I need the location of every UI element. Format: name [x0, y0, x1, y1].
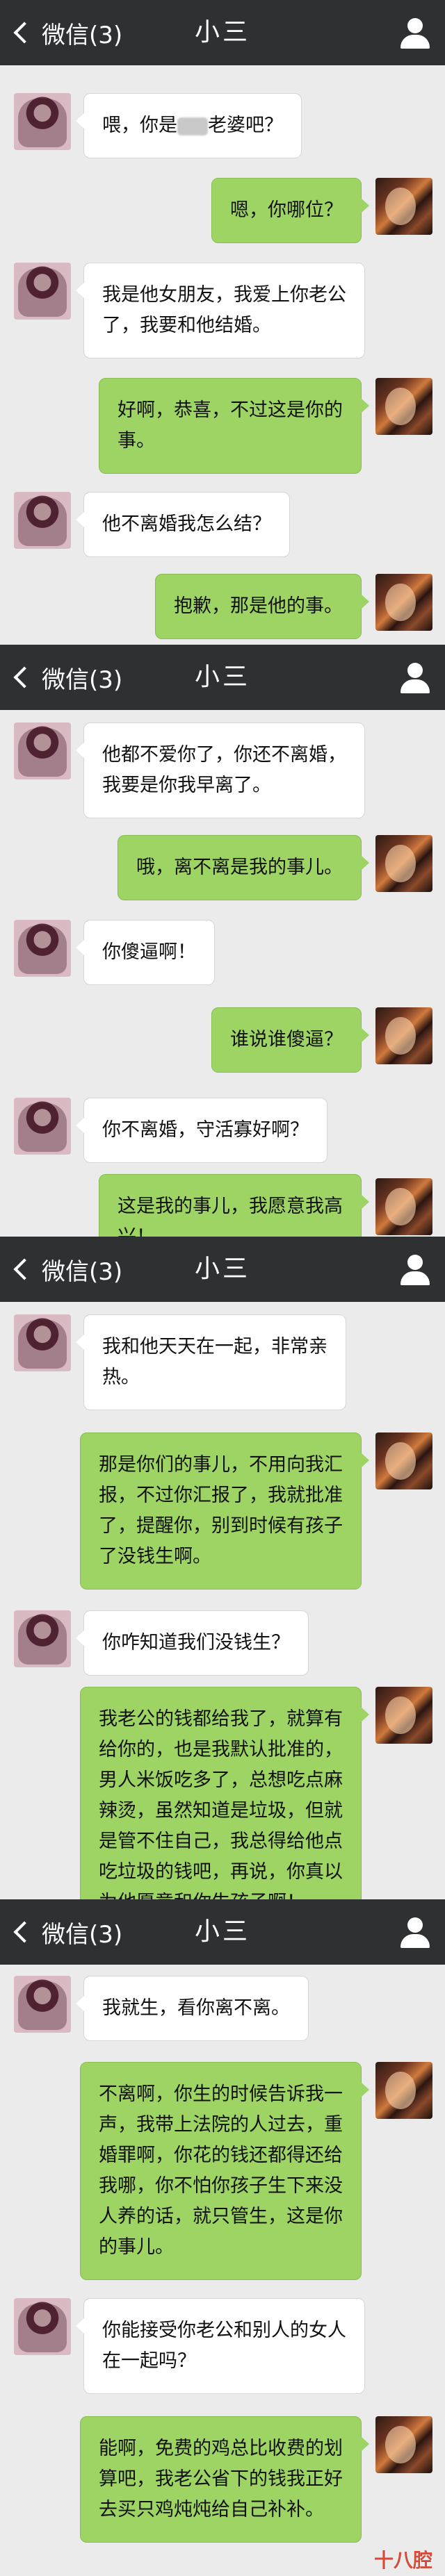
chat-title: 小三: [194, 18, 250, 47]
sender-avatar[interactable]: [14, 1098, 71, 1155]
sender-avatar[interactable]: [14, 920, 71, 977]
my-avatar[interactable]: [375, 1433, 432, 1489]
watermark-logo: 十八腔: [373, 2549, 432, 2572]
message-bubble[interactable]: 我和他天天在一起，非常亲 热。: [76, 1314, 346, 1410]
chat-screen-4: 微信(3) 小三 我就生，看你离不离。 不离啊，你生的时候告诉我一 声，我带上法…: [0, 1899, 445, 2576]
message-bubble[interactable]: 好啊，恭喜，不过这是你的 事。: [99, 378, 369, 474]
message-bubble[interactable]: 这是我的事儿，我愿意我高 兴！: [99, 1174, 369, 1237]
sender-avatar[interactable]: [14, 93, 71, 150]
contact-info-icon[interactable]: [400, 18, 430, 49]
contact-info-icon[interactable]: [400, 663, 430, 693]
message-bubble[interactable]: 他都不爱你了，你还不离婚， 我要是你我早离了。: [76, 723, 365, 818]
message-bubble[interactable]: 他不离婚我怎么结？: [76, 492, 290, 557]
message-bubble[interactable]: 你不离婚，守活寡好啊？: [76, 1098, 327, 1163]
my-avatar[interactable]: [375, 1687, 432, 1744]
chat-title: 小三: [194, 1917, 250, 1946]
message-bubble[interactable]: 喂，你是 老婆吧？: [76, 93, 302, 158]
my-avatar[interactable]: [375, 1007, 432, 1064]
my-avatar[interactable]: [375, 378, 432, 435]
message-bubble[interactable]: 我是他女朋友，我爱上你老公 了，我要和他结婚。: [76, 263, 365, 358]
message-bubble[interactable]: 嗯，你哪位？: [211, 178, 369, 243]
chat-screen-1: 微信(3) 小三 喂，你是 老婆吧？ 嗯，你哪位？ 我是他女朋友，我爱上你老公 了…: [0, 0, 445, 642]
sender-avatar[interactable]: [14, 2298, 71, 2355]
my-avatar[interactable]: [375, 2416, 432, 2473]
redacted-name: [177, 117, 208, 135]
my-avatar[interactable]: [375, 835, 432, 892]
nav-bar: 微信(3) 小三: [0, 1237, 445, 1302]
message-bubble[interactable]: 那是你们的事儿，不用向我汇 报，不过你汇报了，我就批准 了，提醒你，别到时候有孩…: [80, 1433, 369, 1590]
message-bubble[interactable]: 能啊，免费的鸡总比收费的划 算吧，我老公省下的钱我正好 去买只鸡炖炖给自己补补。: [80, 2416, 369, 2543]
message-bubble[interactable]: 你能接受你老公和别人的女人 在一起吗？: [76, 2298, 365, 2394]
my-avatar[interactable]: [375, 1178, 432, 1235]
message-bubble[interactable]: 你咋知道我们没钱生？: [76, 1610, 309, 1676]
chat-screen-2: 微信(3) 小三 他都不爱你了，你还不离婚， 我要是你我早离了。 哦，离不离是我…: [0, 645, 445, 1237]
my-avatar[interactable]: [375, 574, 432, 631]
sender-avatar[interactable]: [14, 1314, 71, 1371]
sender-avatar[interactable]: [14, 723, 71, 779]
chat-title: 小三: [194, 663, 250, 691]
message-bubble[interactable]: 我就生，看你离不离。: [76, 1976, 309, 2041]
message-bubble[interactable]: 抱歉，那是他的事。: [155, 574, 369, 639]
chat-title: 小三: [194, 1255, 250, 1283]
message-bubble[interactable]: 谁说谁傻逼？: [211, 1007, 369, 1073]
sender-avatar[interactable]: [14, 263, 71, 320]
sender-avatar[interactable]: [14, 1610, 71, 1667]
nav-bar: 微信(3) 小三: [0, 1899, 445, 1965]
message-bubble[interactable]: 你傻逼啊！: [76, 920, 215, 985]
message-bubble[interactable]: 不离啊，你生的时候告诉我一 声，我带上法院的人过去，重 婚罪啊，你花的钱还都得还…: [80, 2062, 369, 2280]
contact-info-icon[interactable]: [400, 1255, 430, 1285]
message-bubble[interactable]: 我老公的钱都给我了，就算有 给你的，也是我默认批准的， 男人米饭吃多了，总想吃点…: [80, 1687, 369, 1899]
chat-screen-3: 微信(3) 小三 我和他天天在一起，非常亲 热。 那是你们的事儿，不用向我汇 报…: [0, 1237, 445, 1899]
contact-info-icon[interactable]: [400, 1917, 430, 1948]
sender-avatar[interactable]: [14, 1976, 71, 2033]
nav-bar: 微信(3) 小三: [0, 0, 445, 65]
my-avatar[interactable]: [375, 2062, 432, 2119]
message-bubble[interactable]: 哦，离不离是我的事儿。: [118, 835, 369, 900]
nav-bar: 微信(3) 小三: [0, 645, 445, 710]
sender-avatar[interactable]: [14, 492, 71, 549]
my-avatar[interactable]: [375, 178, 432, 235]
